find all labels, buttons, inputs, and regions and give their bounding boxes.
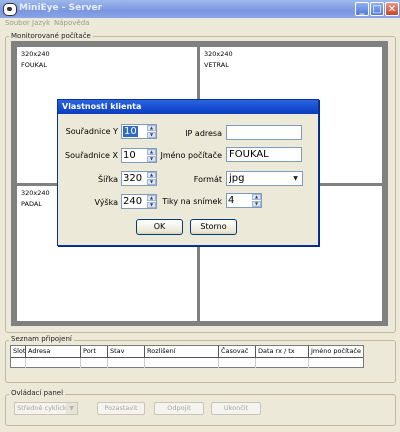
menu-file[interactable]: Soubor: [5, 19, 30, 27]
menu-language[interactable]: Jazyk: [32, 19, 50, 27]
connections-group-label: Seznam připojení: [9, 335, 74, 343]
cell-resolution: 320x240: [21, 189, 50, 197]
cell-computer-name: VETRAL: [204, 61, 229, 69]
column-computer-name[interactable]: Jméno počítače: [309, 346, 363, 357]
cell-computer-name: FOUKAL: [21, 61, 47, 69]
column-slot[interactable]: Slot: [11, 346, 26, 357]
ticks-spinner[interactable]: 4 ▲ ▼: [226, 193, 262, 208]
column-timer[interactable]: Časovač: [219, 346, 256, 357]
title-bar[interactable]: MiniEye - Server _ □ ✕: [0, 0, 400, 18]
width-label: Šířka: [98, 175, 118, 184]
height-value: 240: [123, 196, 143, 207]
dialog-title: Vlastnosti klienta: [62, 102, 142, 111]
coord-y-value: 10: [123, 126, 138, 137]
table-row[interactable]: [11, 358, 363, 368]
coord-x-label: Souřadnice X: [65, 151, 118, 160]
height-label: Výška: [94, 198, 118, 207]
column-data[interactable]: Data rx / tx: [256, 346, 309, 357]
column-port[interactable]: Port: [81, 346, 108, 357]
app-eye-icon[interactable]: [3, 3, 17, 16]
cell-computer-name: PADAL: [21, 200, 42, 208]
chevron-down-icon[interactable]: ▼: [66, 403, 77, 414]
spin-up-icon[interactable]: ▲: [147, 149, 156, 155]
minimize-button[interactable]: _: [355, 2, 369, 16]
spin-down-icon[interactable]: ▼: [252, 201, 261, 207]
hostname-input[interactable]: FOUKAL: [226, 147, 302, 162]
spin-down-icon[interactable]: ▼: [147, 132, 156, 138]
table-cell: [11, 358, 26, 368]
cell-resolution: 320x240: [21, 50, 50, 58]
menu-bar: Soubor Jazyk Nápověda: [0, 18, 400, 30]
height-spinner[interactable]: 240 ▲ ▼: [121, 194, 157, 209]
spin-up-icon[interactable]: ▲: [252, 194, 261, 200]
spin-up-icon[interactable]: ▲: [147, 195, 156, 201]
coord-x-spinner[interactable]: 10 ▲ ▼: [121, 148, 157, 163]
pause-button[interactable]: Pozastavit: [97, 402, 145, 415]
spin-up-icon[interactable]: ▲: [147, 125, 156, 131]
menu-help[interactable]: Nápověda: [54, 19, 89, 27]
format-label: Formát: [193, 175, 222, 184]
ticks-value: 4: [228, 195, 235, 206]
close-button[interactable]: ✕: [385, 2, 399, 16]
mode-select-value: Středně cyklicky: [17, 404, 71, 412]
column-state[interactable]: Stav: [108, 346, 145, 357]
coord-y-label: Souřadnice Y: [65, 127, 118, 136]
width-spinner[interactable]: 320 ▲ ▼: [121, 171, 157, 186]
ticks-label: Tiky na snímek: [162, 197, 222, 206]
spin-down-icon[interactable]: ▼: [147, 202, 156, 208]
coord-y-spinner[interactable]: 10 ▲ ▼: [121, 124, 157, 139]
maximize-button[interactable]: □: [370, 2, 384, 16]
chevron-down-icon[interactable]: ▼: [290, 173, 301, 184]
spin-up-icon[interactable]: ▲: [147, 172, 156, 178]
cell-resolution: 320x240: [204, 50, 233, 58]
hostname-label: Jméno počítače: [160, 151, 222, 160]
spin-down-icon[interactable]: ▼: [147, 156, 156, 162]
ip-address-input[interactable]: [226, 125, 302, 140]
format-select[interactable]: jpg ▼: [226, 171, 303, 186]
coord-x-value: 10: [123, 150, 136, 161]
mode-select[interactable]: Středně cyklicky ▼: [14, 402, 78, 415]
table-header: Slot Adresa Port Stav Rozlišení Časovač …: [11, 346, 363, 358]
format-value: jpg: [229, 173, 245, 184]
table-cell: [81, 358, 108, 368]
quit-button[interactable]: Ukončit: [211, 402, 261, 415]
control-panel-label: Ovládací panel: [9, 389, 66, 397]
ok-button[interactable]: OK: [136, 219, 183, 235]
table-cell: [256, 358, 309, 368]
window-title: MiniEye - Server: [19, 3, 103, 13]
monitored-group-label: Monitorované počítače: [9, 32, 93, 40]
table-cell: [219, 358, 256, 368]
column-resolution[interactable]: Rozlišení: [145, 346, 219, 357]
cancel-button[interactable]: Storno: [190, 219, 237, 235]
disconnect-button[interactable]: Odpojit: [154, 402, 204, 415]
table-cell: [145, 358, 219, 368]
spin-down-icon[interactable]: ▼: [147, 179, 156, 185]
connections-table[interactable]: Slot Adresa Port Stav Rozlišení Časovač …: [10, 345, 364, 368]
table-cell: [26, 358, 81, 368]
width-value: 320: [123, 173, 143, 184]
ip-address-label: IP adresa: [185, 129, 222, 138]
column-address[interactable]: Adresa: [26, 346, 81, 357]
dialog-title-bar[interactable]: Vlastnosti klienta: [58, 100, 318, 114]
table-cell: [108, 358, 145, 368]
